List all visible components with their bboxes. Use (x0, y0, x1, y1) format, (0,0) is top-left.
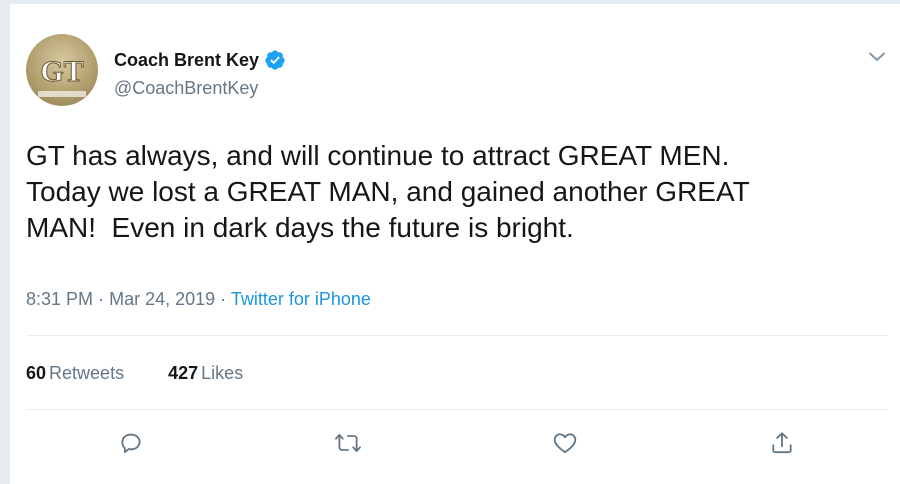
retweets-count: 60 (26, 363, 47, 383)
tweet-time[interactable]: 8:31 PM (26, 289, 93, 309)
verified-badge-icon (265, 50, 285, 70)
retweets-label: Retweets (49, 363, 125, 383)
heart-icon (553, 433, 577, 454)
retweets-stat[interactable]: 60 Retweets (26, 361, 124, 385)
chevron-down-icon[interactable] (866, 46, 888, 68)
divider (26, 335, 888, 336)
avatar[interactable]: GT (26, 34, 98, 106)
likes-stat[interactable]: 427 Likes (168, 361, 243, 385)
tweet-stats: 60 Retweets 427 Likes (26, 361, 243, 385)
left-edge (0, 0, 10, 484)
share-icon (772, 432, 792, 454)
reply-icon (121, 433, 141, 453)
tweet-meta: 8:31 PM · Mar 24, 2019 · Twitter for iPh… (26, 287, 371, 311)
reply-button[interactable] (116, 428, 146, 458)
tweet-screenshot: GT Coach Brent Key @CoachBrentKey GT has… (0, 0, 900, 484)
tweet-text: GT has always, and will continue to attr… (26, 140, 750, 243)
avatar-logo-text: GT (40, 55, 83, 88)
retweet-button[interactable] (333, 428, 363, 458)
retweet-icon (335, 434, 361, 452)
tweet-card: GT Coach Brent Key @CoachBrentKey GT has… (10, 4, 900, 484)
meta-separator: · (98, 289, 105, 309)
author-handle[interactable]: @CoachBrentKey (114, 77, 258, 99)
gt-logo-icon: GT (38, 55, 86, 97)
author-name-row: Coach Brent Key (114, 47, 286, 73)
divider (26, 409, 888, 410)
meta-separator-2: · (220, 289, 227, 309)
likes-count: 427 (168, 363, 199, 383)
tweet-date[interactable]: Mar 24, 2019 (109, 289, 215, 309)
author-display-name[interactable]: Coach Brent Key (114, 49, 259, 71)
share-button[interactable] (767, 428, 797, 458)
likes-label: Likes (201, 363, 244, 383)
like-button[interactable] (550, 428, 580, 458)
tweet-source-link[interactable]: Twitter for iPhone (231, 289, 371, 309)
